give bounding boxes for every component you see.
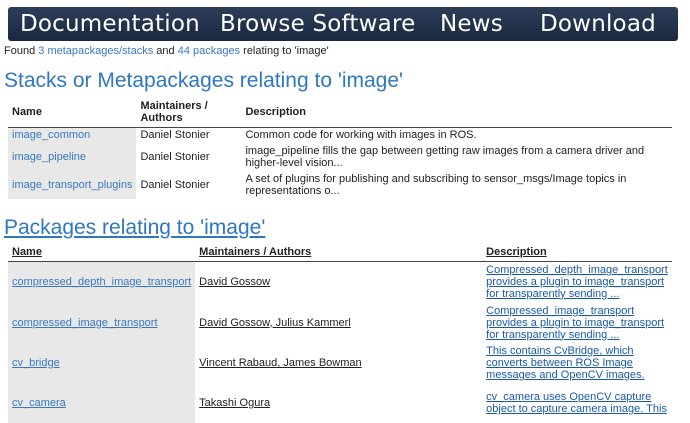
description-cell: cv_camera uses OpenCV capture object to …: [486, 391, 667, 415]
package-link[interactable]: cv_bridge: [12, 357, 60, 369]
top-navbar: Documentation Browse Software News Downl…: [8, 7, 678, 41]
table-row: image_pipeline Daniel Stonier image_pipe…: [8, 143, 672, 171]
maintainers-cell: Takashi Ogura: [199, 397, 271, 409]
summary-middle: and: [156, 45, 175, 57]
package-link[interactable]: cv_camera: [12, 397, 66, 409]
column-header-maintainers: Maintainers / Authors: [140, 100, 208, 125]
nav-download[interactable]: Download: [540, 10, 656, 38]
summary-suffix: relating to 'image': [243, 45, 329, 57]
maintainers-cell: Daniel Stonier: [140, 179, 210, 191]
maintainers-cell: Daniel Stonier: [140, 129, 210, 142]
stack-link[interactable]: image_pipeline: [12, 151, 86, 163]
nav-news[interactable]: News: [440, 10, 503, 38]
table-row: image_common Daniel Stonier Common code …: [8, 127, 672, 143]
name-cell: image_pipeline: [8, 143, 137, 171]
stacks-heading: Stacks or Metapackages relating to 'imag…: [4, 69, 404, 92]
package-link[interactable]: compressed_depth_image_transport: [12, 276, 191, 288]
stack-link[interactable]: image_transport_plugins: [12, 179, 132, 191]
table-row: compressed_depth_image_transport David G…: [8, 261, 672, 302]
name-cell: cv_bridge: [8, 343, 196, 383]
table-row: compressed_image_transport David Gossow,…: [8, 302, 672, 343]
nav-browse-software[interactable]: Browse Software: [220, 10, 415, 38]
packages-heading[interactable]: Packages relating to 'image': [4, 216, 265, 240]
stack-link[interactable]: image_common: [12, 129, 90, 141]
name-cell: compressed_image_transport: [8, 302, 196, 343]
table-header-row: Name Maintainers / Authors Description: [8, 243, 672, 261]
column-header-description: Description: [245, 106, 306, 119]
table-row: image_transport_plugins Daniel Stonier A…: [8, 171, 672, 199]
description-cell: This contains CvBridge, which converts b…: [486, 345, 645, 381]
name-cell: image_transport_plugins: [8, 171, 137, 199]
description-cell: A set of plugins for publishing and subs…: [245, 173, 627, 197]
column-header-name: Name: [12, 106, 42, 119]
column-header-name[interactable]: Name: [8, 243, 195, 261]
column-header-maintainers[interactable]: Maintainers / Authors: [195, 243, 482, 261]
packages-table: Name Maintainers / Authors Description c…: [8, 243, 672, 423]
name-cell: compressed_depth_image_transport: [8, 261, 196, 302]
package-link[interactable]: compressed_image_transport: [12, 317, 158, 329]
description-cell: Compressed_image_transport provides a pl…: [486, 304, 665, 341]
description-cell: Common code for working with images in R…: [245, 129, 477, 142]
maintainers-cell: David Gossow, Julius Kammerl: [199, 316, 351, 329]
search-summary: Found 3 metapackages/stacks and 44 packa…: [4, 45, 329, 57]
stacks-table: Name Maintainers / Authors Description i…: [8, 98, 672, 199]
nav-documentation[interactable]: Documentation: [20, 10, 200, 38]
maintainers-cell: Daniel Stonier: [140, 151, 210, 163]
packages-count-link[interactable]: 44 packages: [178, 45, 240, 57]
name-cell: cv_camera: [8, 383, 196, 423]
table-row: cv_bridge Vincent Rabaud, James Bowman T…: [8, 343, 672, 383]
column-header-description[interactable]: Description: [482, 243, 672, 261]
summary-prefix: Found: [4, 45, 36, 57]
table-row: cv_camera Takashi Ogura cv_camera uses O…: [8, 383, 672, 423]
stacks-count-link[interactable]: 3 metapackages/stacks: [38, 45, 153, 57]
maintainers-cell: Vincent Rabaud, James Bowman: [199, 357, 362, 369]
name-cell: image_common: [8, 127, 137, 143]
table-header-row: Name Maintainers / Authors Description: [8, 98, 672, 127]
maintainers-cell: David Gossow: [199, 275, 271, 288]
description-cell: Compressed_depth_image_transport provide…: [486, 263, 668, 300]
description-cell: image_pipeline fills the gap between get…: [245, 145, 645, 169]
